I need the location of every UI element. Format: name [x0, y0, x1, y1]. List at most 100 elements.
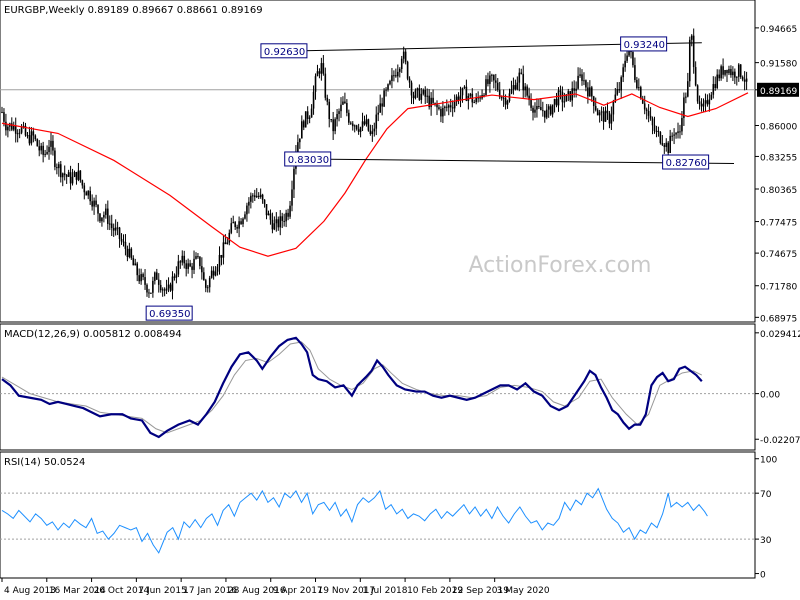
candle: [406, 60, 409, 81]
candle-body: [724, 70, 726, 75]
candle-body: [191, 266, 193, 270]
candle-body: [700, 104, 703, 107]
candle-body: [230, 223, 233, 233]
candle-body: [624, 60, 626, 68]
price-y-tick-label: 0.86000: [760, 123, 797, 133]
candle-body: [154, 272, 156, 281]
candle-body: [177, 261, 180, 275]
candle-body: [461, 87, 464, 96]
candle-body: [161, 289, 164, 291]
candle-body: [38, 146, 41, 151]
candle-body: [440, 109, 442, 117]
candle-body: [16, 133, 19, 135]
candle-body: [716, 74, 719, 89]
candle-body: [167, 284, 170, 289]
candle-body: [569, 91, 572, 101]
candle: [36, 138, 39, 147]
candle-body: [506, 100, 509, 105]
candle-body: [206, 287, 209, 289]
candle-body: [573, 88, 575, 91]
candle-body: [690, 35, 693, 40]
candle-body: [300, 121, 303, 139]
candle-body: [320, 63, 323, 74]
candle-body: [28, 135, 31, 144]
price-y-tick-label: 0.77475: [760, 219, 797, 229]
candle-body: [718, 74, 720, 79]
candle-body: [7, 126, 9, 131]
candle-body: [463, 86, 466, 88]
candle-body: [524, 86, 526, 91]
candle-body: [255, 195, 258, 198]
candle-body: [663, 144, 666, 148]
candle-body: [187, 263, 189, 269]
candle-body: [745, 78, 748, 82]
candle-body: [653, 125, 656, 131]
candle-body: [626, 55, 628, 61]
candle-body: [530, 100, 532, 108]
level-label-text: 0.83030: [288, 155, 329, 166]
chart: ActionForex.com 0.92630 0.93240 0.83030 0.8…: [0, 0, 800, 600]
candle-body: [737, 64, 740, 77]
candle-body: [677, 131, 679, 133]
candle-body: [83, 185, 86, 193]
candle-body: [395, 75, 397, 77]
candle-body: [414, 90, 417, 99]
macd-y-tick-label: 0.029412: [760, 330, 800, 340]
candle-body: [349, 122, 352, 124]
candle-body: [314, 76, 317, 92]
candle-body: [451, 107, 454, 109]
candle-body: [293, 168, 295, 190]
candle: [383, 88, 385, 108]
candle-body: [393, 75, 395, 77]
candle-body: [596, 110, 599, 116]
candle-body: [210, 270, 213, 278]
candle-body: [726, 70, 728, 74]
candle-body: [538, 105, 540, 107]
candle: [569, 91, 572, 102]
candle-body: [281, 216, 284, 221]
candle-body: [739, 64, 742, 78]
candle-body: [469, 93, 472, 96]
candle-body: [453, 101, 456, 109]
price-panel-title: EURGBP,Weekly 0.89189 0.89667 0.88661 0.…: [4, 5, 263, 16]
candle: [304, 111, 307, 128]
candle-body: [367, 119, 370, 131]
candle-body: [71, 176, 74, 184]
price-y-tick-label: 0.91580: [760, 60, 797, 70]
candle-body: [126, 248, 129, 257]
candle-body: [171, 276, 174, 291]
candle-body: [95, 200, 97, 205]
candle-body: [510, 89, 513, 94]
candle-body: [140, 274, 142, 282]
candle-body: [361, 121, 364, 128]
candle-body: [416, 88, 419, 91]
candle-body: [122, 241, 125, 243]
candle-body: [712, 84, 715, 95]
candle-body: [577, 75, 579, 89]
candle-body: [391, 75, 393, 82]
candle-body: [491, 74, 493, 76]
candle-body: [665, 142, 668, 148]
candle-body: [547, 106, 550, 110]
candle-body: [312, 91, 315, 109]
candle-body: [518, 72, 521, 83]
candle-body: [694, 67, 697, 86]
candle-body: [134, 263, 137, 266]
candle-body: [59, 164, 62, 178]
candle-body: [446, 106, 448, 108]
candle-body: [351, 123, 354, 127]
candle-body: [332, 119, 334, 132]
candle-body: [216, 266, 219, 272]
candle-body: [520, 72, 523, 74]
candle-body: [183, 255, 186, 264]
candle-body: [165, 288, 168, 291]
candle-body: [279, 216, 282, 228]
candle-body: [105, 208, 107, 215]
candle-body: [710, 94, 713, 100]
candle-body: [543, 110, 546, 118]
candle-body: [389, 81, 391, 85]
candle-body: [310, 108, 313, 118]
candle-body: [702, 103, 705, 107]
candle-body: [610, 114, 613, 124]
candle-body: [346, 103, 348, 113]
